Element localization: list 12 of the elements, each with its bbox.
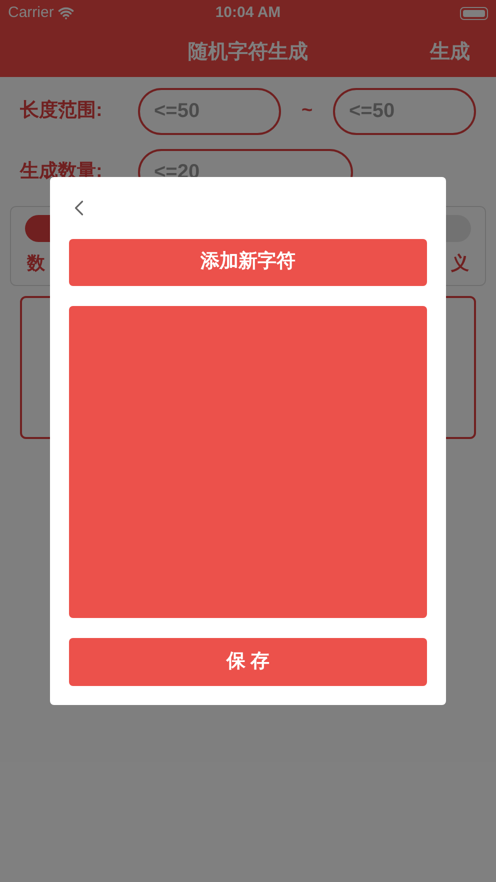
length-label: 长度范围: (20, 98, 104, 123)
option-label: 数 (27, 252, 45, 275)
wifi-icon (58, 5, 74, 21)
generate-button[interactable]: 生成 (430, 36, 470, 66)
save-button[interactable]: 保 存 (69, 638, 427, 686)
carrier-label: Carrier (8, 2, 54, 23)
status-time: 10:04 AM (215, 2, 281, 23)
range-separator: ~ (300, 98, 314, 123)
battery-icon (460, 6, 488, 20)
option-label: 义 (451, 252, 469, 275)
add-character-button[interactable]: 添加新字符 (69, 239, 427, 286)
nav-title: 随机字符生成 (188, 40, 308, 64)
